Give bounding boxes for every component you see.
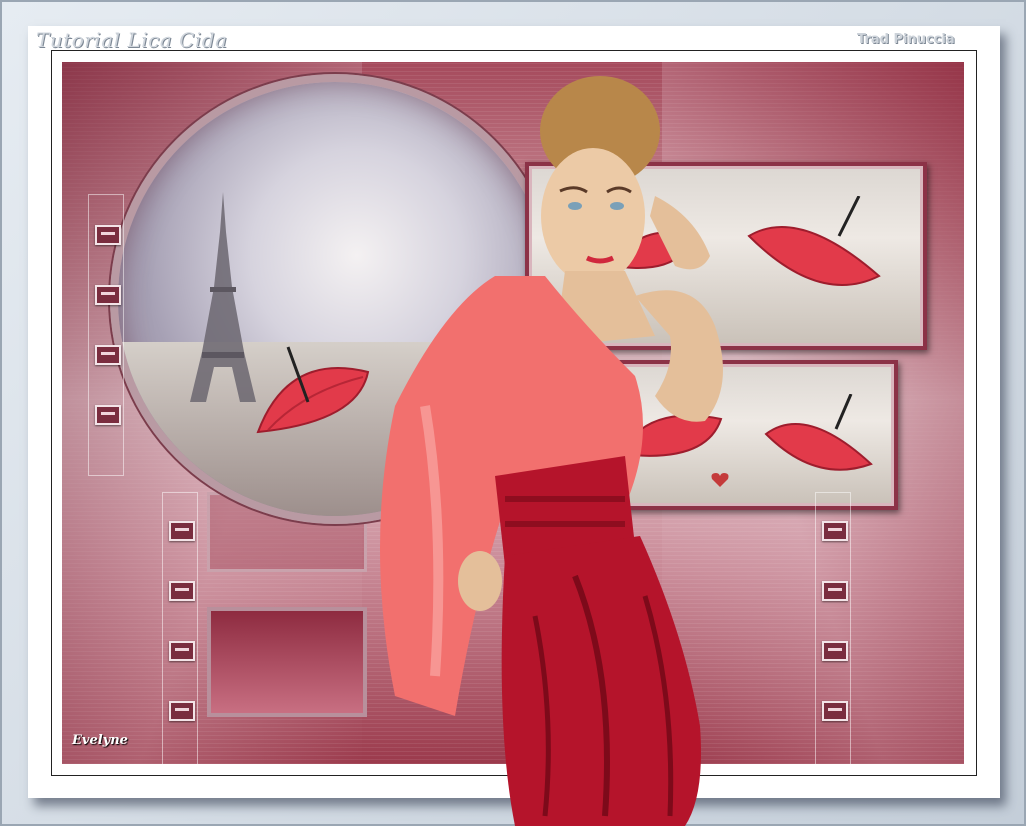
rail-button (169, 641, 195, 661)
rail-left-top (88, 194, 124, 476)
rail-right (815, 492, 851, 764)
rail-button (169, 581, 195, 601)
rail-button (169, 521, 195, 541)
rail-button (95, 225, 121, 245)
rail-button (95, 285, 121, 305)
rail-button (822, 701, 848, 721)
rail-button (95, 405, 121, 425)
rail-button (95, 345, 121, 365)
rail-button (822, 521, 848, 541)
translator-watermark: Trad Pinuccia (857, 32, 955, 47)
tutorial-watermark: Tutorial Lica Cida (36, 28, 228, 52)
lower-box (207, 607, 367, 717)
artist-signature: Evelyne (72, 733, 128, 748)
rail-button (822, 641, 848, 661)
woman-in-red-dress (380, 76, 723, 826)
rail-button (169, 701, 195, 721)
rail-button (822, 581, 848, 601)
rail-left-bottom (162, 492, 198, 764)
